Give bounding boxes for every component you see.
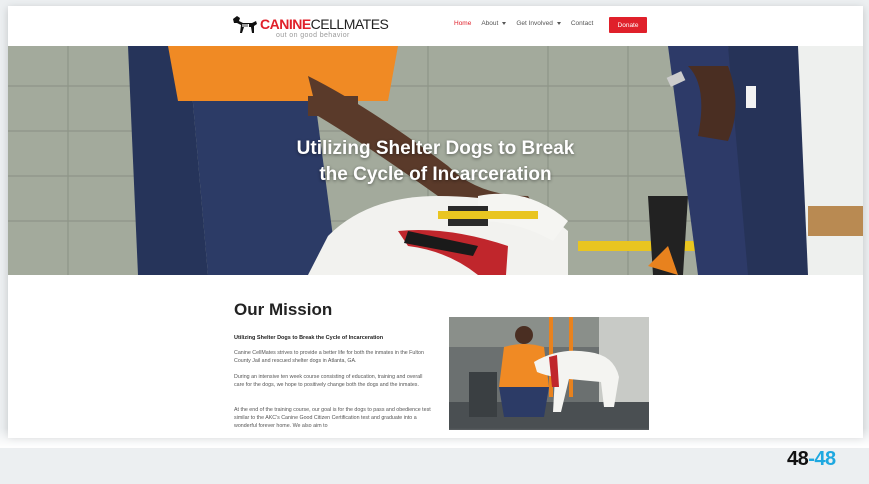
mission-paragraph: At the end of the training course, our g… [234,407,431,429]
hero-heading-line2: the Cycle of Incarceration [319,164,552,185]
mission-photo [449,317,649,430]
watermark-part1: 48 [787,448,809,470]
nav-item-label: Contact [570,20,594,27]
mission-paragraph: Canine CellMates strives to provide a be… [234,350,424,364]
donate-button[interactable]: Donate [609,17,647,33]
watermark-part2: -48 [808,448,836,470]
training-photo [449,317,649,430]
hero-heading-line1: Utilizing Shelter Dogs to Break [296,138,575,159]
logo-wordmark: CANINECELLMATES [260,16,389,32]
mission-subheading: Utilizing Shelter Dogs to Break the Cycl… [234,335,384,341]
logo-brand-dark: CELLMATES [310,16,389,32]
watermark-logo: 48-48 [787,448,836,471]
hero-heading: Utilizing Shelter Dogs to Break the Cycl… [8,136,863,188]
mission-paragraph: During an intensive ten week course cons… [234,374,423,388]
dog-logo-icon [233,16,257,33]
logo-tagline: out on good behavior [276,32,350,39]
nav-item-get-involved[interactable]: Get Involved [516,20,561,27]
site-header: CANINECELLMATES out on good behavior Hom… [8,6,863,46]
nav-item-about[interactable]: About [481,20,507,27]
page-fade-overlay [0,428,869,448]
chevron-down-icon [556,22,561,25]
hero-banner: Utilizing Shelter Dogs to Break the Cycl… [8,46,863,275]
main-menu: Home About Get Involved Contact [454,20,593,27]
browser-page: CANINECELLMATES out on good behavior Hom… [8,6,863,438]
mission-heading: Our Mission [234,300,333,319]
logo-brand-red: CANINE [260,16,311,32]
nav-item-label: Get Involved [516,20,553,27]
nav-item-home[interactable]: Home [454,20,471,27]
nav-item-label: About [481,20,499,27]
site-logo[interactable]: CANINECELLMATES out on good behavior [230,13,389,43]
nav-item-label: Home [454,20,472,27]
nav-item-contact[interactable]: Contact [571,20,593,27]
chevron-down-icon [502,22,507,25]
